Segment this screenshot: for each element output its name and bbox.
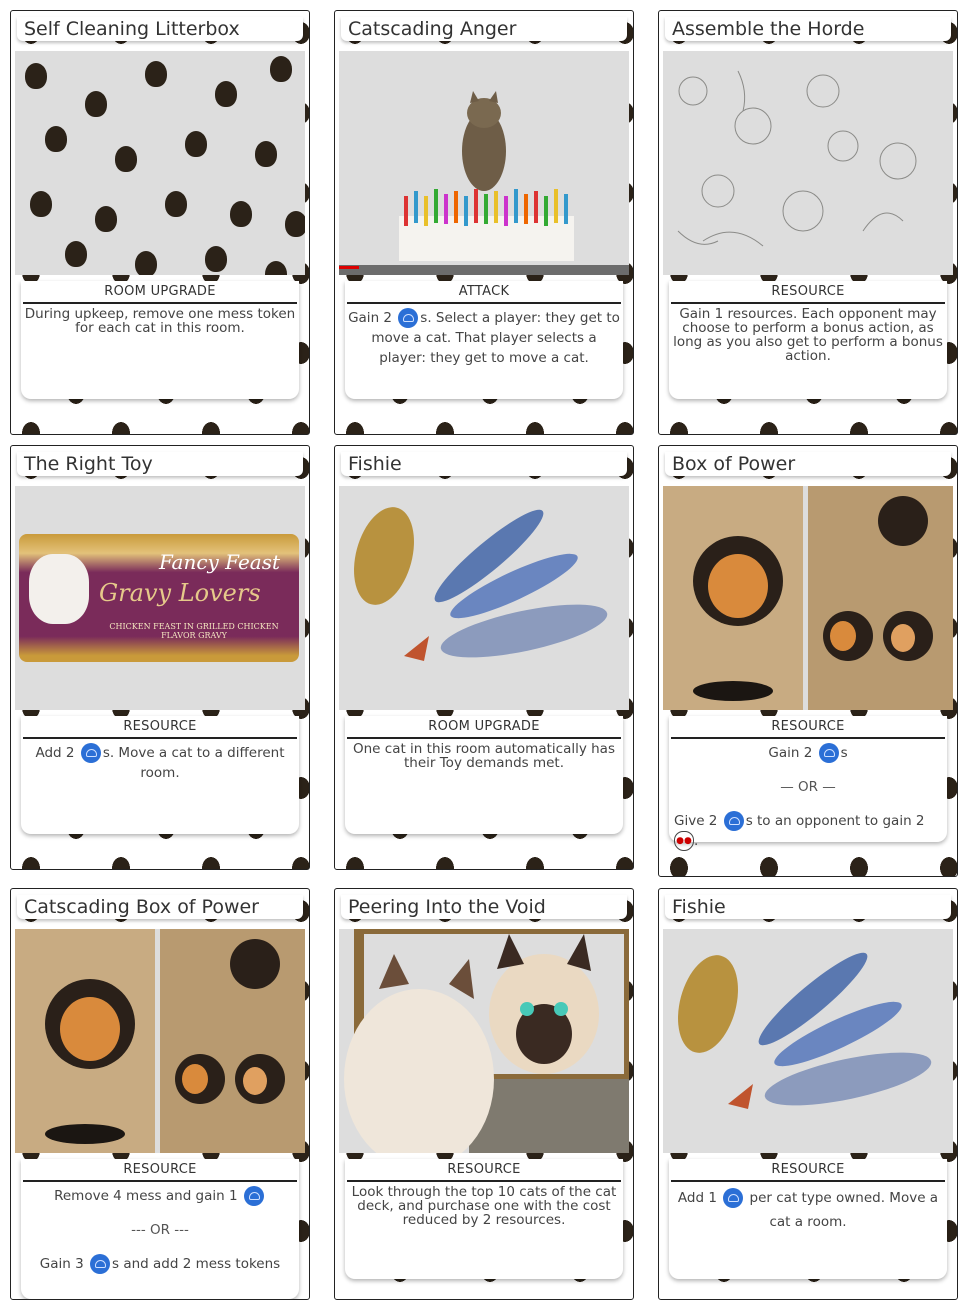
card-title: Catscading Box of Power bbox=[17, 895, 303, 919]
card-type: ATTACK bbox=[347, 281, 621, 304]
cat-sketches-drawing bbox=[663, 51, 953, 275]
resource-token-icon bbox=[398, 308, 419, 328]
card-type: RESOURCE bbox=[671, 281, 945, 304]
card-title: Peering Into the Void bbox=[341, 895, 627, 919]
card-text-panel: RESOURCE Look through the top 10 cats of… bbox=[345, 1159, 623, 1279]
cat-food-can-photo: Fancy Feast Gravy Lovers CHICKEN FEAST I… bbox=[15, 486, 305, 710]
card-title: Self Cleaning Litterbox bbox=[17, 17, 303, 41]
card-text-part: Gain 2 bbox=[768, 745, 813, 761]
cat-with-dominoes-photo bbox=[339, 51, 629, 275]
card-text-panel: ROOM UPGRADE During upkeep, remove one m… bbox=[21, 281, 299, 399]
card-text-part: . bbox=[694, 833, 699, 849]
card-text-part: Add 1 bbox=[677, 1190, 717, 1206]
card-text-part: s to an opponent to gain 2 bbox=[745, 813, 925, 829]
card-type: ROOM UPGRADE bbox=[347, 716, 621, 739]
card-text-part: Give 2 bbox=[674, 813, 718, 829]
paw-print-pattern-icon bbox=[15, 51, 305, 275]
card-catscading-anger[interactable]: Catscading Anger ATTACK Gain 2 s. Select… bbox=[334, 10, 634, 435]
can-line: Gravy Lovers bbox=[99, 579, 261, 607]
resource-token-icon bbox=[818, 743, 839, 763]
card-box-of-power[interactable]: Box of Power RESOURCE Gain 2 s — OR — Gi… bbox=[658, 445, 958, 877]
card-text-part: s. Move a cat to a different room. bbox=[102, 745, 285, 781]
card-text-panel: RESOURCE Add 2 s. Move a cat to a differ… bbox=[21, 716, 299, 834]
toy-fish-photo bbox=[339, 486, 629, 710]
card-text-panel: RESOURCE Gain 1 resources. Each opponent… bbox=[669, 281, 947, 399]
card-type: ROOM UPGRADE bbox=[23, 281, 297, 304]
card-text-part: s and add 2 mess tokens bbox=[112, 1256, 281, 1272]
can-flavor: CHICKEN FEAST IN GRILLED CHICKEN FLAVOR … bbox=[109, 622, 279, 640]
cardboard-cat-box-photo bbox=[663, 486, 953, 710]
card-assemble-the-horde[interactable]: Assemble the Horde RESOURCE Gain 1 resou… bbox=[658, 10, 958, 435]
card-text-panel: ATTACK Gain 2 s. Select a player: they g… bbox=[345, 281, 623, 399]
card-text-part: per cat type owned. Move a cat a room. bbox=[749, 1190, 939, 1230]
card-type: RESOURCE bbox=[347, 1159, 621, 1182]
can-brand: Fancy Feast bbox=[159, 550, 281, 574]
card-the-right-toy[interactable]: The Right Toy Fancy Feast Gravy Lovers C… bbox=[10, 445, 310, 870]
card-text-part: Gain 2 bbox=[348, 310, 392, 326]
card-title: The Right Toy bbox=[17, 452, 303, 476]
card-text: One cat in this room automatically has t… bbox=[353, 741, 615, 771]
card-text-part: s bbox=[840, 745, 848, 761]
cardboard-cat-box-photo bbox=[15, 929, 305, 1153]
card-text: During upkeep, remove one mess token for… bbox=[24, 306, 296, 336]
resource-token-icon bbox=[243, 1186, 264, 1206]
card-text-part: Add 2 bbox=[35, 745, 75, 761]
card-title: Box of Power bbox=[665, 452, 951, 476]
resource-token-icon bbox=[90, 1254, 110, 1274]
cats-mirror-painting bbox=[339, 929, 629, 1153]
card-type: RESOURCE bbox=[671, 716, 945, 739]
card-self-cleaning-litterbox[interactable]: Self Cleaning Litterbox ROOM UPGRADE Dur… bbox=[10, 10, 310, 435]
card-title: Catscading Anger bbox=[341, 17, 627, 41]
card-fishie-2[interactable]: Fishie RESOURCE Add 1 per cat type owned… bbox=[658, 888, 958, 1300]
angry-cat-icon: ●● bbox=[674, 831, 694, 851]
card-text-panel: RESOURCE Add 1 per cat type owned. Move … bbox=[669, 1159, 947, 1279]
resource-token-icon bbox=[723, 1188, 744, 1208]
card-text-panel: RESOURCE Gain 2 s — OR — Give 2 s to an … bbox=[669, 716, 947, 851]
or-divider: --- OR --- bbox=[131, 1222, 189, 1238]
card-title: Fishie bbox=[341, 452, 627, 476]
card-title: Fishie bbox=[665, 895, 951, 919]
card-fishie[interactable]: Fishie ROOM UPGRADE One cat in this room… bbox=[334, 445, 634, 870]
card-text: Gain 1 resources. Each opponent may choo… bbox=[673, 306, 943, 364]
card-text-panel: ROOM UPGRADE One cat in this room automa… bbox=[345, 716, 623, 834]
card-peering-into-the-void[interactable]: Peering Into the Void RESOURCE Look thro… bbox=[334, 888, 634, 1300]
card-title: Assemble the Horde bbox=[665, 17, 951, 41]
toy-fish-photo bbox=[663, 929, 953, 1153]
card-text-part: Gain 3 bbox=[39, 1256, 84, 1272]
card-text-panel: RESOURCE Remove 4 mess and gain 1 --- OR… bbox=[21, 1159, 299, 1299]
or-divider: — OR — bbox=[780, 779, 836, 795]
card-type: RESOURCE bbox=[23, 1159, 297, 1182]
card-type: RESOURCE bbox=[23, 716, 297, 739]
card-type: RESOURCE bbox=[671, 1159, 945, 1182]
card-text: Look through the top 10 cats of the cat … bbox=[351, 1184, 617, 1228]
card-catscading-box-of-power[interactable]: Catscading Box of Power RESOURCE Remove … bbox=[10, 888, 310, 1300]
resource-token-icon bbox=[723, 811, 744, 831]
card-text-part: Remove 4 mess and gain 1 bbox=[54, 1188, 238, 1204]
resource-token-icon bbox=[80, 743, 101, 763]
